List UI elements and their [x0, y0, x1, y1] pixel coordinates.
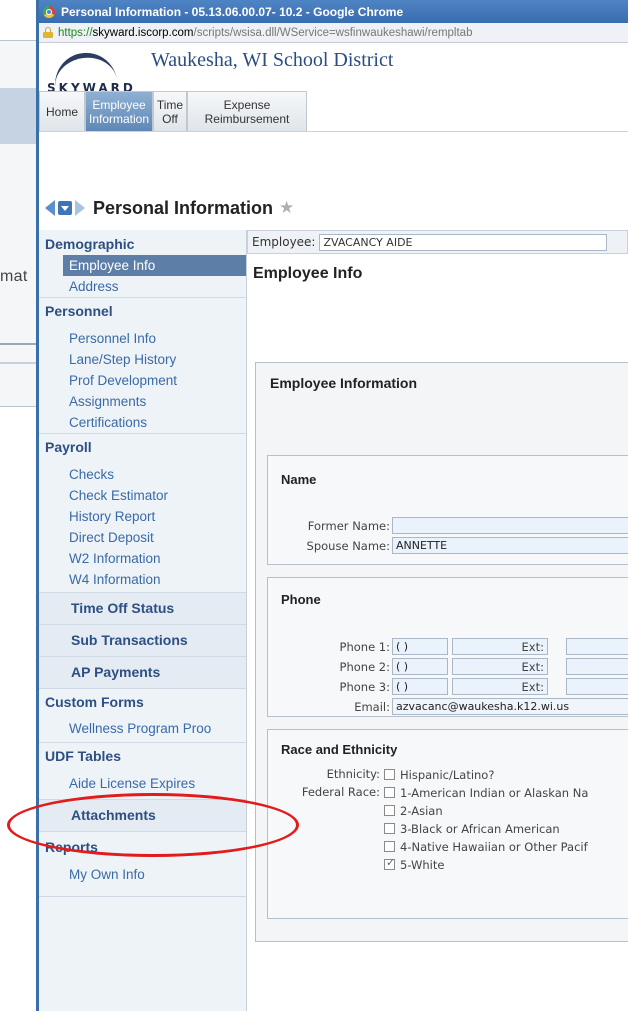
- district-name: Waukesha, WI School District: [151, 49, 394, 71]
- favorite-star-icon[interactable]: ★: [279, 198, 294, 218]
- former-name-label: Former Name:: [307, 519, 390, 533]
- sidebar-heading-demographic[interactable]: Demographic: [39, 233, 246, 255]
- background-divider: [0, 362, 40, 364]
- sidebar-heading-custom-forms[interactable]: Custom Forms: [39, 688, 246, 716]
- phone1-label: Phone 1:: [339, 640, 390, 654]
- name-group-title: Name: [281, 472, 317, 487]
- race-option-4-checkbox[interactable]: [384, 841, 395, 852]
- email-field[interactable]: azvacanc@waukesha.k12.wi.us: [392, 698, 628, 715]
- race-option-1-checkbox[interactable]: [384, 787, 395, 798]
- page-title: Personal Information: [93, 197, 274, 218]
- race-option-2-label: 2-Asian: [400, 804, 443, 818]
- phone2-ext-field[interactable]: [566, 658, 628, 675]
- window-title: Personal Information - 05.13.06.00.07- 1…: [61, 4, 404, 19]
- sidebar-item-w2-information[interactable]: W2 Information: [39, 548, 246, 569]
- tab-expense-reimbursement[interactable]: Expense Reimbursement: [187, 91, 307, 131]
- phone2-ext-label: Ext:: [521, 660, 544, 674]
- browser-window: Personal Information - 05.13.06.00.07- 1…: [36, 0, 628, 1011]
- address-bar[interactable]: https:// skyward.iscorp.com /scripts/wsi…: [39, 23, 628, 43]
- sidebar-item-wellness-program[interactable]: Wellness Program Proo: [39, 716, 246, 742]
- sidebar-item-lane-step-history[interactable]: Lane/Step History: [39, 349, 246, 370]
- sidebar-heading-udf-tables[interactable]: UDF Tables: [39, 742, 246, 769]
- section-page-title: Employee Info: [253, 265, 363, 282]
- site-header: SKYWARD Waukesha, WI School District Hom…: [39, 43, 628, 132]
- forward-arrow-icon[interactable]: [75, 200, 85, 216]
- url-path: /scripts/wsisa.dll/WService=wsfinwaukesh…: [193, 26, 473, 39]
- phone1-ext-field[interactable]: [566, 638, 628, 655]
- phone3-area-field[interactable]: ( ): [392, 678, 448, 695]
- race-option-3-label: 3-Black or African American: [400, 822, 560, 836]
- checkmark-icon: ✓: [386, 857, 396, 869]
- employee-label: Employee:: [252, 235, 316, 249]
- sidebar-item-check-estimator[interactable]: Check Estimator: [39, 485, 246, 506]
- main-content: Employee: ZVACANCY AIDE Employee Info Em…: [247, 230, 628, 1011]
- sidebar-item-checks[interactable]: Checks: [39, 464, 246, 485]
- race-option-2-checkbox[interactable]: [384, 805, 395, 816]
- sidebar-item-prof-development[interactable]: Prof Development: [39, 370, 246, 391]
- lock-icon: [43, 27, 53, 38]
- phone-group-title: Phone: [281, 592, 321, 607]
- page-navigation: Personal Information ★: [39, 188, 628, 228]
- sidebar-item-w4-information[interactable]: W4 Information: [39, 569, 246, 590]
- sidebar-item-employee-info[interactable]: Employee Info: [63, 255, 246, 276]
- background-banner: [0, 88, 40, 144]
- url-scheme: https://: [58, 26, 93, 39]
- back-arrow-icon[interactable]: [45, 200, 55, 216]
- annotation-ellipse: [7, 793, 299, 857]
- race-option-1-label: 1-American Indian or Alaskan Na: [400, 786, 589, 800]
- sidebar-item-personnel-info[interactable]: Personnel Info: [39, 328, 246, 349]
- former-name-field[interactable]: [392, 517, 628, 534]
- tab-time-off[interactable]: Time Off: [153, 91, 187, 131]
- url-host: skyward.iscorp.com: [92, 26, 194, 39]
- name-group: Name Former Name: Spouse Name: ANNETTE: [267, 455, 628, 565]
- sidebar-item-address[interactable]: Address: [39, 276, 246, 297]
- main-tabs: Home Employee Information Time Off Expen…: [39, 91, 307, 131]
- sidebar-item-history-report[interactable]: History Report: [39, 506, 246, 527]
- spouse-name-label: Spouse Name:: [306, 539, 390, 553]
- phone2-label: Phone 2:: [339, 660, 390, 674]
- sidebar-item-sub-transactions[interactable]: Sub Transactions: [39, 624, 246, 656]
- phone-group: Phone Phone 1: ( ) Ext: Phone 2: ( ) Ext…: [267, 577, 628, 717]
- ethnicity-label: Ethnicity:: [326, 767, 380, 781]
- phone1-area-field[interactable]: ( ): [392, 638, 448, 655]
- phone3-ext-field[interactable]: [566, 678, 628, 695]
- phone2-area-field[interactable]: ( ): [392, 658, 448, 675]
- employee-information-panel: Employee Information Name Former Name: S…: [255, 362, 628, 942]
- background-divider: [0, 343, 40, 345]
- race-option-5-label: 5-White: [400, 858, 445, 872]
- chrome-icon: [43, 5, 55, 18]
- background-text: mat: [0, 268, 28, 285]
- employee-bar: Employee: ZVACANCY AIDE: [247, 230, 628, 254]
- tab-employee-information[interactable]: Employee Information: [85, 91, 153, 131]
- title-bar[interactable]: Personal Information - 05.13.06.00.07- 1…: [39, 0, 628, 23]
- federal-race-label: Federal Race:: [301, 785, 380, 799]
- spouse-name-field[interactable]: ANNETTE: [392, 537, 628, 554]
- tab-home[interactable]: Home: [39, 91, 85, 131]
- employee-select[interactable]: ZVACANCY AIDE: [319, 233, 608, 251]
- hispanic-checkbox[interactable]: [384, 769, 395, 780]
- phone3-label: Phone 3:: [339, 680, 390, 694]
- sidebar: Demographic Employee Info Address Person…: [39, 230, 247, 1011]
- race-ethnicity-group: Race and Ethnicity Ethnicity: Hispanic/L…: [267, 729, 628, 919]
- sidebar-item-ap-payments[interactable]: AP Payments: [39, 656, 246, 688]
- hispanic-label: Hispanic/Latino?: [400, 768, 495, 782]
- phone3-ext-label: Ext:: [521, 680, 544, 694]
- sidebar-item-my-own-info[interactable]: My Own Info: [39, 862, 246, 888]
- dropdown-icon[interactable]: [58, 201, 72, 215]
- sidebar-item-time-off-status[interactable]: Time Off Status: [39, 592, 246, 624]
- sidebar-item-direct-deposit[interactable]: Direct Deposit: [39, 527, 246, 548]
- sidebar-item-assignments[interactable]: Assignments: [39, 391, 246, 412]
- sidebar-heading-payroll[interactable]: Payroll: [39, 434, 246, 460]
- phone1-ext-label: Ext:: [521, 640, 544, 654]
- sidebar-heading-personnel[interactable]: Personnel: [39, 298, 246, 324]
- email-label: Email:: [354, 700, 390, 714]
- race-option-5-checkbox[interactable]: ✓: [384, 857, 396, 870]
- race-option-4-label: 4-Native Hawaiian or Other Pacif: [400, 840, 588, 854]
- panel-title: Employee Information: [270, 375, 418, 391]
- race-group-title: Race and Ethnicity: [281, 742, 398, 757]
- sidebar-item-certifications[interactable]: Certifications: [39, 412, 246, 433]
- race-option-3-checkbox[interactable]: [384, 823, 395, 834]
